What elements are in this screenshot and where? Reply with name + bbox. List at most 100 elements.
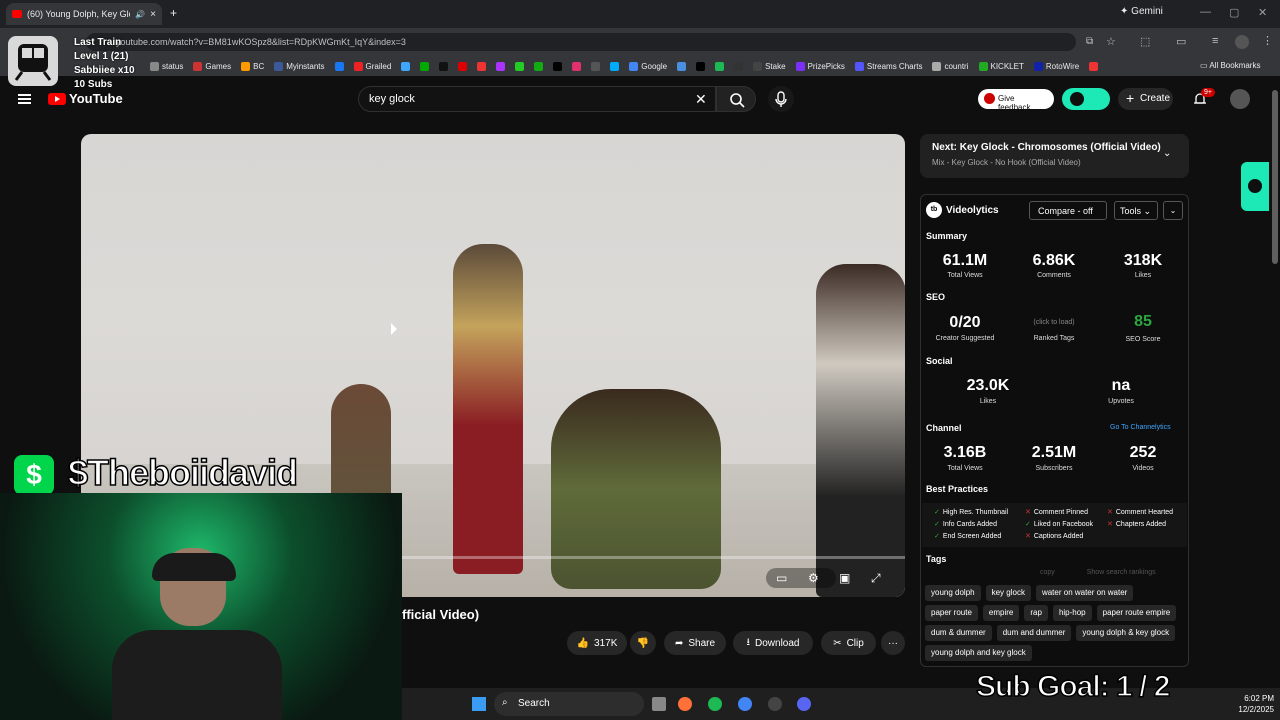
click-to-load[interactable]: (click to load) bbox=[1014, 319, 1094, 326]
tag-chip[interactable]: young dolph and key glock bbox=[925, 645, 1032, 661]
bookmark-item[interactable]: Games bbox=[193, 61, 231, 71]
compare-toggle[interactable]: Compare - off bbox=[1029, 201, 1107, 220]
bookmark-item[interactable] bbox=[534, 61, 544, 71]
tag-chip[interactable]: hip-hop bbox=[1052, 605, 1092, 621]
bookmark-item[interactable] bbox=[334, 61, 344, 71]
task-view-icon[interactable] bbox=[652, 697, 666, 711]
search-input[interactable]: key glock bbox=[358, 86, 716, 112]
tag-chip[interactable]: young dolph bbox=[925, 585, 981, 601]
collapse-panel-icon[interactable]: ⌄ bbox=[1163, 201, 1183, 220]
bookmark-star-icon[interactable]: ☆ bbox=[1106, 35, 1116, 48]
tag-chip[interactable]: empire bbox=[982, 605, 1020, 621]
bookmark-item[interactable]: Google bbox=[629, 61, 667, 71]
up-next-card[interactable] bbox=[920, 134, 1189, 178]
chrome-menu-icon[interactable]: ⋮ bbox=[1262, 34, 1273, 47]
new-tab-button[interactable]: + bbox=[170, 6, 177, 20]
tag-chip[interactable]: key glock bbox=[985, 585, 1031, 601]
vidiq-side-tab[interactable] bbox=[1241, 162, 1269, 211]
bookmark-item[interactable] bbox=[515, 61, 525, 71]
close-tab-icon[interactable]: × bbox=[150, 9, 156, 20]
taskbar-search[interactable]: ⌕ Search bbox=[494, 692, 644, 716]
channelytics-link[interactable]: Go To Channelytics bbox=[1110, 424, 1171, 431]
all-bookmarks[interactable]: ▭ All Bookmarks bbox=[1200, 61, 1260, 70]
gemini-button[interactable]: ✦ Gemini bbox=[1120, 6, 1163, 17]
bookmark-item[interactable]: PrizePicks bbox=[795, 61, 845, 71]
bookmark-item[interactable] bbox=[553, 61, 563, 71]
bookmark-item[interactable]: KICKLET bbox=[978, 61, 1024, 71]
spotify-icon[interactable] bbox=[708, 697, 722, 711]
address-bar[interactable]: youtube.com/watch?v=BM81wKOSpz8&list=RDp… bbox=[86, 33, 1076, 51]
bookmark-item[interactable] bbox=[734, 61, 744, 71]
taskbar-clock[interactable]: 6:02 PM 12/2/2025 bbox=[1238, 693, 1274, 715]
sidepanel-icon[interactable]: ▭ bbox=[1176, 35, 1186, 48]
browser-tab[interactable]: (60) Young Dolph, Key Glock 🔊 × bbox=[6, 3, 162, 25]
hamburger-menu-icon[interactable] bbox=[18, 94, 31, 104]
firefox-icon[interactable] bbox=[678, 697, 692, 711]
more-actions-button[interactable]: ··· bbox=[881, 631, 905, 655]
show-rankings-link[interactable]: Show search rankings bbox=[1087, 569, 1156, 576]
maximize-icon[interactable]: ▢ bbox=[1229, 6, 1239, 19]
bookmark-item[interactable] bbox=[591, 61, 601, 71]
bookmark-item[interactable] bbox=[715, 61, 725, 71]
bookmark-item[interactable] bbox=[496, 61, 506, 71]
search-button[interactable] bbox=[716, 86, 756, 112]
youtube-logo[interactable]: YouTube bbox=[48, 91, 123, 106]
bookmark-item[interactable]: BC bbox=[241, 61, 264, 71]
give-feedback-button[interactable]: Give feedback bbox=[978, 89, 1054, 112]
bookmark-item[interactable]: Stake bbox=[753, 61, 786, 71]
copy-tags-link[interactable]: copy bbox=[1040, 569, 1055, 576]
create-button[interactable]: + Create bbox=[1118, 88, 1173, 110]
bookmark-item[interactable] bbox=[677, 61, 687, 71]
fullscreen-icon[interactable]: ⤢ bbox=[871, 571, 881, 586]
bookmark-item[interactable] bbox=[458, 61, 468, 71]
vidiq-toggle-button[interactable] bbox=[1062, 88, 1110, 110]
chevron-down-icon[interactable]: ⌄ bbox=[1163, 148, 1171, 159]
tag-chip[interactable]: dum and dummer bbox=[996, 625, 1072, 641]
tag-chip[interactable]: paper route bbox=[925, 605, 978, 621]
bookmark-item[interactable] bbox=[1089, 61, 1099, 71]
clip-button[interactable]: ✂ Clip bbox=[821, 631, 876, 655]
windows-start-icon[interactable] bbox=[472, 697, 486, 711]
share-button[interactable]: ➦ Share bbox=[664, 631, 726, 655]
install-icon[interactable]: ⧉ bbox=[1086, 36, 1093, 47]
up-next-title[interactable]: Next: Key Glock - Chromosomes (Official … bbox=[932, 142, 1161, 153]
like-button[interactable]: 👍 317K bbox=[567, 631, 627, 655]
chrome-icon[interactable] bbox=[738, 697, 752, 711]
theater-mode-icon[interactable]: ▣ bbox=[839, 571, 850, 585]
account-avatar[interactable] bbox=[1230, 89, 1250, 109]
settings-gear-icon[interactable]: ⚙ bbox=[808, 571, 819, 585]
bookmark-item[interactable]: status bbox=[150, 61, 183, 71]
tag-chip[interactable]: rap bbox=[1024, 605, 1048, 621]
clear-search-icon[interactable]: ✕ bbox=[695, 91, 707, 108]
captions-icon[interactable]: ▭ bbox=[776, 571, 787, 585]
tag-chip[interactable]: dum & dummer bbox=[925, 625, 992, 641]
bookmark-item[interactable] bbox=[572, 61, 582, 71]
dislike-button[interactable]: 👎 bbox=[630, 631, 656, 655]
voice-search-button[interactable] bbox=[768, 86, 794, 112]
media-icon[interactable]: ≡ bbox=[1212, 35, 1218, 47]
extensions-icon[interactable]: ⬚ bbox=[1140, 35, 1150, 48]
tag-chip[interactable]: water on water on water bbox=[1035, 585, 1134, 601]
obs-icon[interactable] bbox=[768, 697, 782, 711]
tools-dropdown[interactable]: Tools ⌄ bbox=[1114, 201, 1158, 220]
bookmark-item[interactable] bbox=[420, 61, 430, 71]
bookmark-item[interactable]: Grailed bbox=[353, 61, 391, 71]
bookmark-item[interactable] bbox=[439, 61, 449, 71]
bookmark-item[interactable] bbox=[696, 61, 706, 71]
discord-icon[interactable] bbox=[797, 697, 811, 711]
bookmark-item[interactable]: Myinstants bbox=[274, 61, 325, 71]
video-progress-bar[interactable] bbox=[401, 556, 905, 559]
tag-chip[interactable]: young dolph & key glock bbox=[1076, 625, 1176, 641]
close-window-icon[interactable]: ✕ bbox=[1258, 6, 1267, 19]
download-button[interactable]: ⭳ Download bbox=[733, 631, 813, 655]
profile-avatar[interactable] bbox=[1235, 35, 1249, 49]
bookmark-item[interactable]: RotoWire bbox=[1033, 61, 1079, 71]
bookmark-item[interactable]: Streams Charts bbox=[854, 61, 922, 71]
minimize-icon[interactable]: — bbox=[1200, 6, 1211, 18]
bookmark-item[interactable] bbox=[610, 61, 620, 71]
page-scrollbar[interactable] bbox=[1272, 90, 1278, 264]
bookmark-item[interactable] bbox=[477, 61, 487, 71]
tag-chip[interactable]: paper route empire bbox=[1096, 605, 1177, 621]
bookmark-item[interactable] bbox=[401, 61, 411, 71]
bookmark-item[interactable]: countri bbox=[932, 61, 969, 71]
